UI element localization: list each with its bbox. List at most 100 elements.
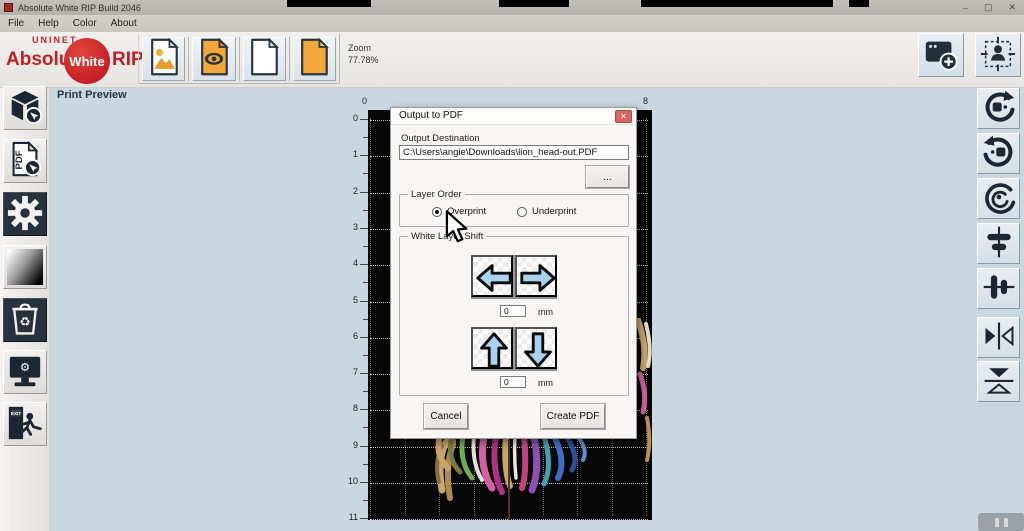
app-logo: UNINET Absolute White RIP ™ [6, 33, 156, 87]
left-sidebar: PDF ♻ ⚙ EXIT [0, 88, 50, 531]
v-ruler-number: 1 [342, 149, 358, 159]
maximize-button[interactable]: ▢ [984, 2, 993, 13]
h-ruler-number: 8 [643, 96, 648, 106]
horizontal-shift-unit: mm [538, 307, 553, 317]
grid-line-vertical [370, 118, 371, 516]
image-document-icon [147, 37, 181, 80]
shift-down-button[interactable] [515, 327, 557, 369]
toolbar-separator [289, 37, 290, 81]
v-ruler-number: 4 [342, 258, 358, 268]
video-artifact [287, 0, 371, 7]
rotate-180-button[interactable] [977, 178, 1020, 219]
flip-horizontal-button[interactable] [977, 317, 1020, 358]
vertical-shift-buttons [471, 327, 557, 371]
preview-eye-document-icon [197, 37, 231, 80]
header-toolbar: UNINET Absolute White RIP ™ [0, 32, 1024, 88]
v-ruler-number: 8 [342, 403, 358, 413]
radio-selected-icon [432, 207, 442, 217]
rotate-cw-button[interactable] [977, 88, 1020, 129]
svg-text:EXIT: EXIT [11, 410, 22, 416]
underprint-radio[interactable]: Underprint [517, 206, 576, 217]
video-pause-overlay[interactable] [978, 513, 1024, 531]
horizontal-shift-buttons [471, 255, 557, 299]
color-document-button[interactable] [293, 37, 336, 81]
artwork-stem [508, 440, 510, 520]
blank-document-icon [247, 37, 281, 80]
settings-button[interactable] [3, 192, 47, 236]
flip-vertical-button[interactable] [977, 361, 1020, 402]
shift-up-button[interactable] [471, 327, 513, 369]
horizontal-shift-input[interactable] [500, 305, 526, 317]
close-button[interactable]: ✕ [1008, 2, 1016, 13]
v-ruler-number: 10 [342, 476, 358, 486]
shift-left-button[interactable] [471, 255, 513, 297]
object-3d-picker-icon [6, 88, 44, 129]
gradient-tool-button[interactable] [3, 245, 47, 289]
zoom-indicator: Zoom 77.78% [348, 42, 379, 66]
layer-order-legend: Layer Order [408, 189, 465, 200]
center-vertical-button[interactable] [977, 223, 1020, 264]
cancel-button[interactable]: Cancel [424, 404, 468, 429]
center-object-button[interactable] [975, 33, 1021, 77]
browse-button[interactable]: ... [586, 166, 629, 188]
arrow-left-icon [473, 257, 515, 299]
video-artifact [849, 0, 869, 7]
flip-horizontal-icon [981, 318, 1017, 357]
white-layer-shift-group: White Layer Shift mm [399, 236, 629, 396]
ruler-tick [360, 155, 368, 156]
new-window-button[interactable] [918, 33, 964, 77]
output-path-input[interactable] [399, 145, 629, 160]
ruler-tick [360, 119, 368, 120]
menu-help[interactable]: Help [38, 18, 59, 29]
ruler-tick [360, 192, 368, 193]
menu-color[interactable]: Color [73, 18, 97, 29]
object-3d-picker-button[interactable] [3, 86, 47, 130]
video-artifact [499, 0, 569, 7]
svg-text:PDF: PDF [14, 150, 25, 169]
vertical-ruler: 01234567891011 [338, 110, 368, 525]
rotate-ccw-button[interactable] [977, 133, 1020, 174]
arrow-right-icon [517, 257, 559, 299]
gradient-swatch-icon [7, 249, 43, 285]
monitor-settings-icon: ⚙ [6, 352, 44, 393]
dialog-title-bar[interactable]: Output to PDF ✕ [391, 108, 636, 125]
recycle-bin-button[interactable]: ♻ [3, 298, 47, 342]
shift-right-button[interactable] [515, 255, 557, 297]
output-to-pdf-dialog: Output to PDF ✕ Output Destination ... L… [390, 107, 637, 439]
preview-document-button[interactable] [192, 37, 235, 81]
pdf-picker-button[interactable]: PDF [3, 139, 47, 183]
dialog-close-button[interactable]: ✕ [615, 110, 632, 123]
document-toolbar [138, 34, 340, 84]
open-image-button[interactable] [142, 37, 185, 81]
artwork-right-edge [636, 318, 652, 478]
print-preview-label: Print Preview [57, 89, 127, 101]
center-horizontal-button[interactable] [977, 268, 1020, 309]
vertical-shift-input[interactable] [500, 376, 526, 388]
ruler-tick [360, 337, 368, 338]
output-destination-label: Output Destination [401, 133, 480, 144]
layer-order-group: Layer Order Overprint Underprint [399, 194, 629, 227]
pdf-picker-icon: PDF [6, 141, 44, 182]
menu-about[interactable]: About [111, 18, 137, 29]
flip-vertical-icon [981, 362, 1017, 401]
zoom-value: 77.78% [348, 54, 379, 66]
arrow-down-icon [517, 329, 559, 371]
ruler-tick [360, 446, 368, 447]
h-ruler-number: 0 [362, 96, 367, 106]
vertical-shift-unit: mm [538, 378, 553, 388]
v-ruler-number: 0 [342, 113, 358, 123]
exit-button[interactable]: EXIT [3, 402, 47, 446]
menu-file[interactable]: File [8, 18, 24, 29]
color-document-icon [297, 37, 331, 80]
monitor-settings-button[interactable]: ⚙ [3, 350, 47, 394]
create-pdf-button[interactable]: Create PDF [541, 404, 605, 429]
blank-document-button[interactable] [243, 37, 286, 81]
v-ruler-number: 7 [342, 367, 358, 377]
center-vertical-icon [981, 224, 1017, 263]
minimize-button[interactable]: – [963, 3, 968, 13]
v-ruler-number: 9 [342, 440, 358, 450]
svg-text:♻: ♻ [19, 314, 30, 329]
ruler-tick [360, 482, 368, 483]
settings-gear-icon [6, 194, 44, 235]
new-window-icon [922, 35, 960, 76]
